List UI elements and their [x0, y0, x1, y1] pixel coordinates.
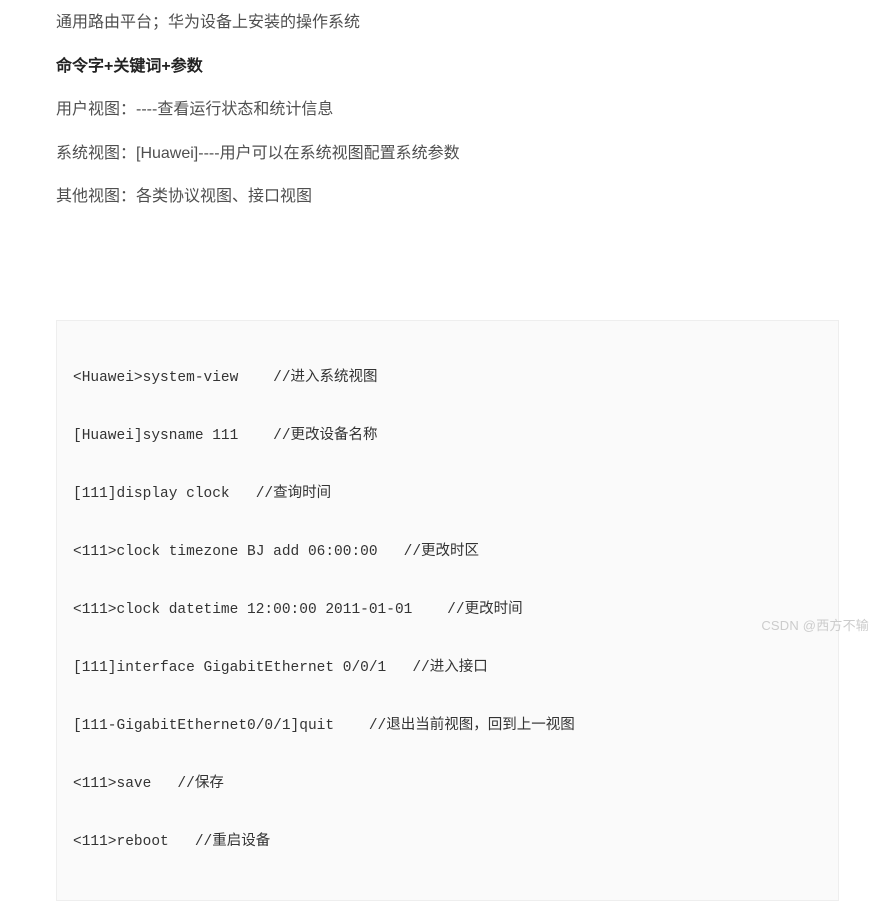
- watermark: CSDN @西方不输: [761, 616, 869, 637]
- code-line: <Huawei>system-view //进入系统视图: [73, 364, 822, 393]
- code-line: <111>reboot //重启设备: [73, 828, 822, 857]
- code-line: [Huawei]sysname 111 //更改设备名称: [73, 422, 822, 451]
- code-line: <111>save //保存: [73, 770, 822, 799]
- paragraph-bold-heading: 命令字+关键词+参数: [56, 54, 839, 80]
- paragraph-system-view: 系统视图：[Huawei]----用户可以在系统视图配置系统参数: [56, 141, 839, 167]
- paragraph-intro: 通用路由平台；华为设备上安装的操作系统: [56, 10, 839, 36]
- paragraph-other-view: 其他视图：各类协议视图、接口视图: [56, 184, 839, 210]
- code-line: <111>clock timezone BJ add 06:00:00 //更改…: [73, 538, 822, 567]
- code-line: [111]interface GigabitEthernet 0/0/1 //进…: [73, 654, 822, 683]
- code-line: [111]display clock //查询时间: [73, 480, 822, 509]
- paragraph-user-view: 用户视图：----查看运行状态和统计信息: [56, 97, 839, 123]
- code-block: <Huawei>system-view //进入系统视图 [Huawei]sys…: [56, 320, 839, 901]
- code-line: [111-GigabitEthernet0/0/1]quit //退出当前视图，…: [73, 712, 822, 741]
- code-line: <111>clock datetime 12:00:00 2011-01-01 …: [73, 596, 822, 625]
